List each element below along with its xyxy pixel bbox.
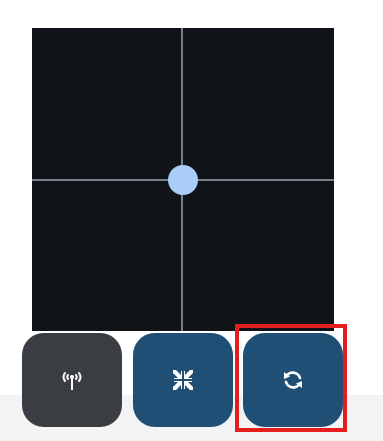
joystick-control-panel bbox=[0, 0, 383, 441]
refresh-icon bbox=[281, 368, 305, 392]
refresh-button[interactable] bbox=[243, 333, 343, 427]
joystick-pad[interactable] bbox=[32, 28, 334, 331]
center-button[interactable] bbox=[133, 333, 233, 427]
collapse-arrows-icon bbox=[171, 368, 195, 392]
joystick-knob[interactable] bbox=[168, 165, 198, 195]
antenna-signal-icon bbox=[59, 369, 85, 391]
antenna-button[interactable] bbox=[22, 333, 122, 427]
